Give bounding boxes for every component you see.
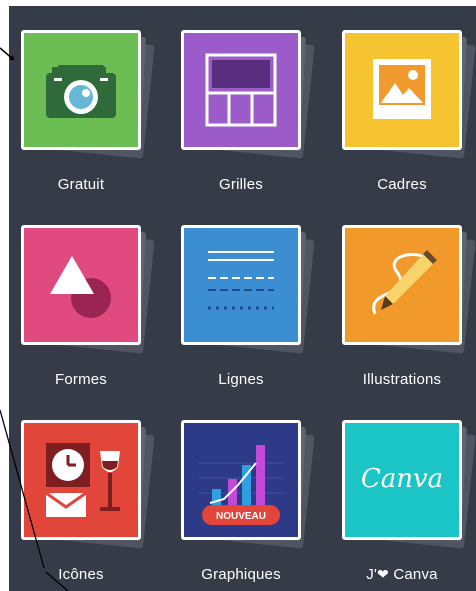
tile-cadres[interactable]: Cadres	[342, 30, 476, 220]
tile-label: Lignes	[218, 371, 264, 388]
element-category-panel: Gratuit Grilles Cadres Formes Lignes Ill…	[9, 6, 476, 591]
tile-label: Formes	[54, 371, 108, 388]
clock-envelope-glass-icon	[21, 420, 141, 540]
shapes-icon	[21, 225, 141, 345]
tile-label: Icônes	[58, 566, 104, 583]
tile-graphiques[interactable]: NOUVEAU Graphiques	[181, 420, 315, 591]
screenshot-stage: Gratuit Grilles Cadres Formes Lignes Ill…	[0, 0, 476, 591]
lines-icon	[181, 225, 301, 345]
tile-canva[interactable]: Canva J'❤ Canva	[342, 420, 476, 591]
picture-frame-icon	[342, 30, 462, 150]
tile-illustrations[interactable]: Illustrations	[342, 225, 476, 415]
new-badge: NOUVEAU	[216, 511, 266, 522]
tile-formes[interactable]: Formes	[21, 225, 155, 415]
heart-icon: ❤	[377, 566, 389, 582]
canva-logo-icon: Canva	[342, 420, 462, 540]
tile-lignes[interactable]: Lignes	[181, 225, 315, 415]
tile-label-canva: J'❤ Canva	[332, 566, 472, 583]
tile-label: Grilles	[219, 176, 263, 193]
pencil-icon	[342, 225, 462, 345]
label-suffix: Canva	[388, 566, 438, 583]
tile-icones[interactable]: Icônes	[21, 420, 155, 591]
tile-label: Cadres	[377, 176, 427, 193]
tile-label: Illustrations	[362, 371, 442, 388]
tile-label: Gratuit	[57, 176, 105, 193]
canva-logo-text: Canva	[361, 464, 443, 494]
tile-gratuit[interactable]: Gratuit	[21, 30, 155, 220]
bar-chart-icon: NOUVEAU	[181, 420, 301, 540]
grid-layout-icon	[181, 30, 301, 150]
label-prefix: J'	[366, 566, 378, 583]
tile-grilles[interactable]: Grilles	[181, 30, 315, 220]
tile-label: Graphiques	[201, 566, 281, 583]
camera-icon	[21, 30, 141, 150]
